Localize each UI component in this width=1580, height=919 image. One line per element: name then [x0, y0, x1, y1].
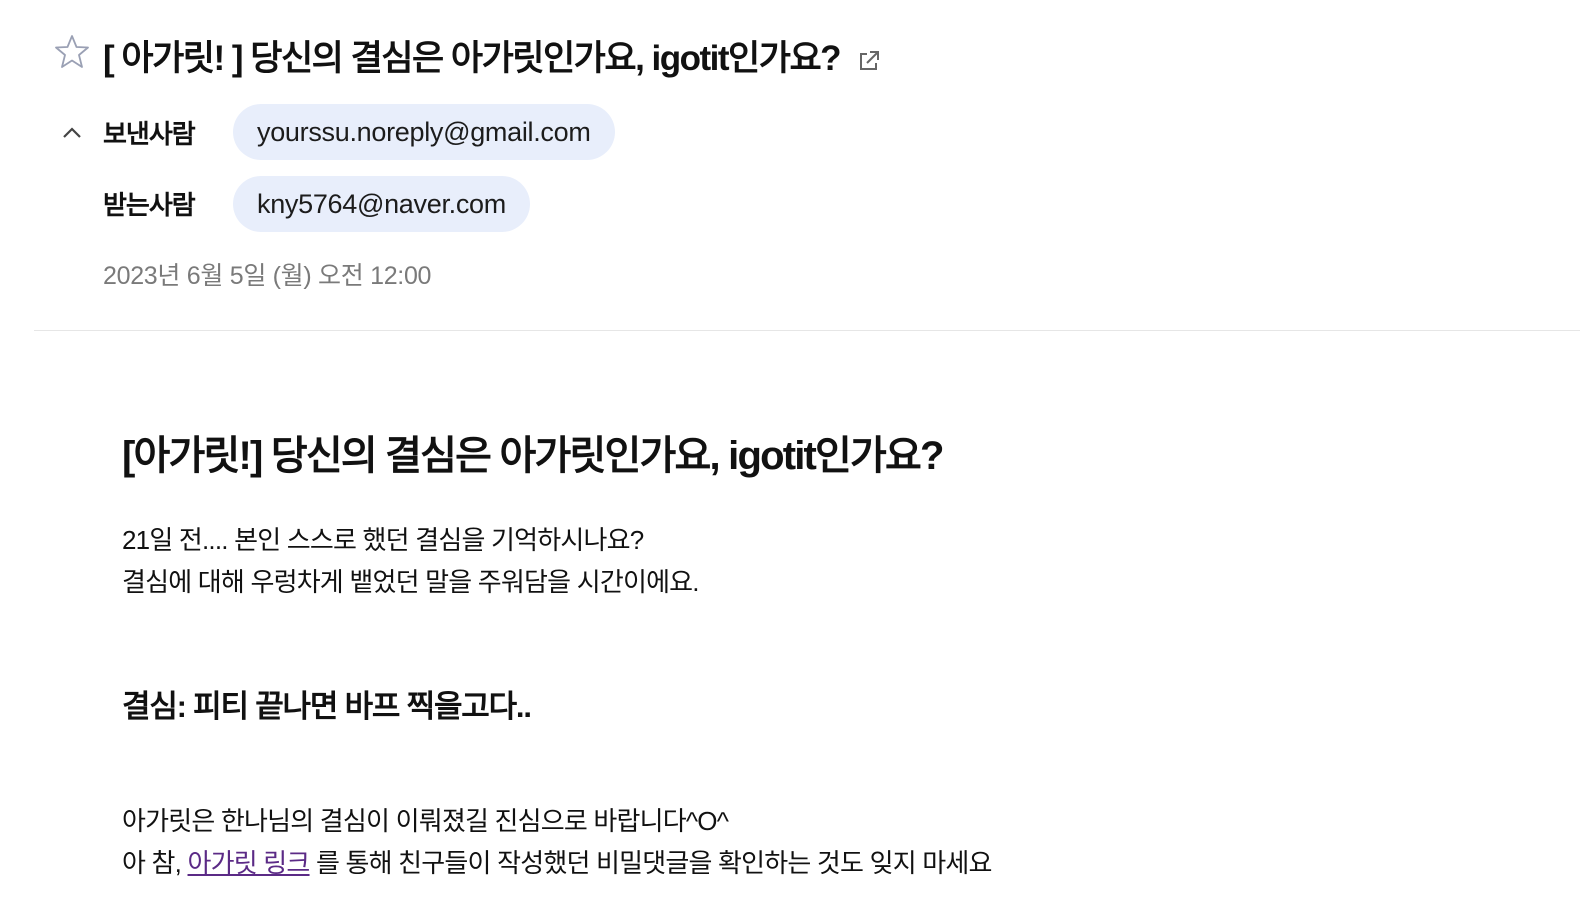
- mail-header: [ 아가릿! ] 당신의 결심은 아가릿인가요, igotit인가요? 보낸사람…: [0, 0, 1580, 333]
- recipient-email-chip[interactable]: kny5764@naver.com: [233, 176, 530, 232]
- mail-date: 2023년 6월 5일 (월) 오전 12:00: [103, 262, 432, 290]
- outro-line-2: 아 참, 아가릿 링크 를 통해 친구들이 작성했던 비밀댓글을 확인하는 것도…: [122, 842, 992, 884]
- agarit-link[interactable]: 아가릿 링크: [188, 848, 311, 878]
- chevron-up-icon[interactable]: [60, 120, 84, 144]
- resolution-heading: 결심: 피티 끝나면 바프 찍을고다..: [122, 689, 532, 724]
- outro-line-1: 아가릿은 한나님의 결심이 이뤄졌길 진심으로 바랍니다^O^: [122, 806, 729, 836]
- outro-prefix: 아 참,: [122, 848, 188, 878]
- sender-email-chip[interactable]: yourssu.noreply@gmail.com: [233, 104, 615, 160]
- sender-label: 보낸사람: [103, 119, 196, 149]
- intro-line-1: 21일 전.... 본인 스스로 했던 결심을 기억하시나요?: [122, 525, 644, 555]
- body-title: [아가릿!] 당신의 결심은 아가릿인가요, igotit인가요?: [122, 434, 945, 478]
- mail-subject-text: [ 아가릿! ] 당신의 결심은 아가릿인가요, igotit인가요?: [103, 39, 842, 78]
- star-icon[interactable]: [54, 34, 90, 70]
- recipient-label: 받는사람: [103, 190, 196, 220]
- outro-paragraph: 아가릿은 한나님의 결심이 이뤄졌길 진심으로 바랍니다^O^ 아 참, 아가릿…: [122, 800, 992, 884]
- mail-subject: [ 아가릿! ] 당신의 결심은 아가릿인가요, igotit인가요?: [103, 30, 882, 81]
- popout-icon[interactable]: [856, 43, 882, 70]
- intro-line-2: 결심에 대해 우렁차게 뱉었던 말을 주워담을 시간이에요.: [122, 567, 700, 597]
- outro-suffix: 를 통해 친구들이 작성했던 비밀댓글을 확인하는 것도 잊지 마세요: [309, 848, 992, 878]
- header-divider: [34, 330, 1580, 331]
- mail-body: [아가릿!] 당신의 결심은 아가릿인가요, igotit인가요? 21일 전.…: [0, 333, 1580, 919]
- intro-paragraph: 21일 전.... 본인 스스로 했던 결심을 기억하시나요? 결심에 대해 우…: [122, 519, 700, 603]
